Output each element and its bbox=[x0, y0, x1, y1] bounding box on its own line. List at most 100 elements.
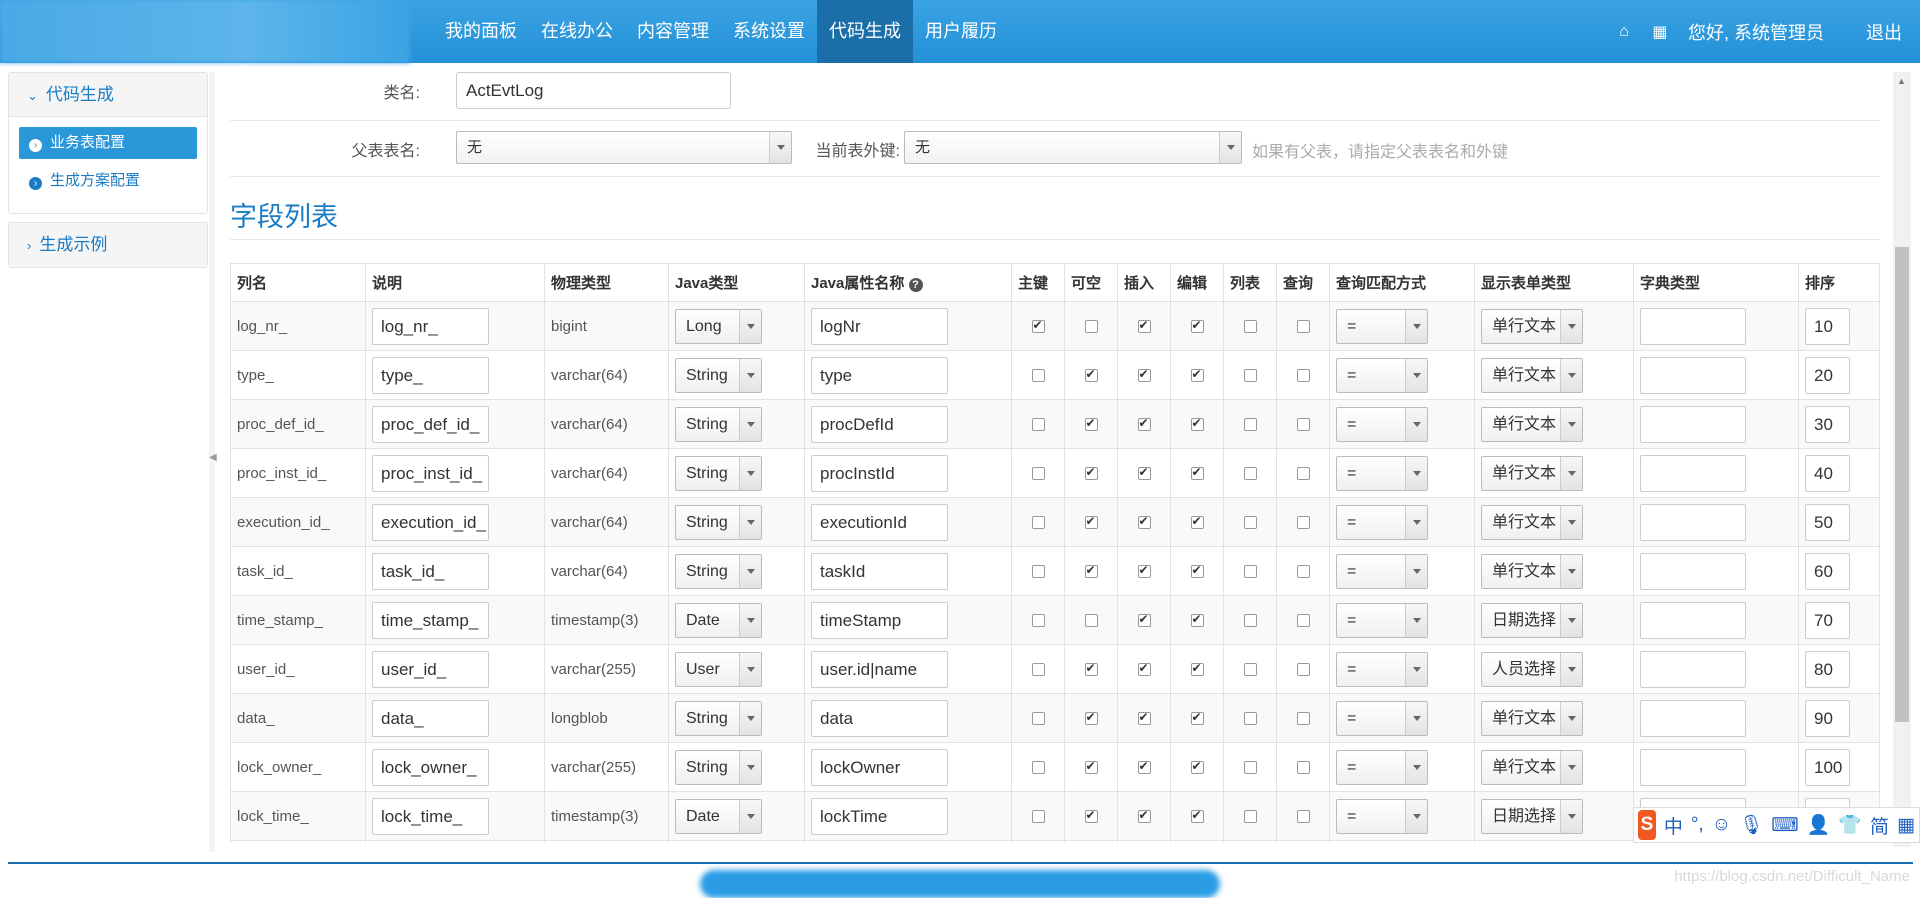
insert-checkbox[interactable] bbox=[1137, 318, 1151, 333]
description-input[interactable]: log_nr_ bbox=[372, 307, 489, 345]
insert-checkbox[interactable] bbox=[1137, 710, 1151, 725]
sort-input[interactable]: 60 bbox=[1805, 552, 1850, 590]
grid-icon[interactable]: ▦ bbox=[1642, 22, 1678, 42]
dict-type-input[interactable] bbox=[1640, 356, 1746, 394]
pk-checkbox[interactable] bbox=[1031, 711, 1045, 725]
java-property-input[interactable]: user.id|name bbox=[811, 650, 948, 688]
nav-item[interactable]: 我的面板 bbox=[433, 0, 529, 63]
insert-checkbox[interactable] bbox=[1137, 759, 1151, 774]
dict-type-input[interactable] bbox=[1640, 748, 1746, 786]
home-icon[interactable]: ⌂ bbox=[1606, 23, 1642, 41]
user-greeting[interactable]: 您好, 系统管理员 bbox=[1678, 19, 1848, 45]
nav-item[interactable]: 系统设置 bbox=[721, 0, 817, 63]
query-match-select[interactable]: = bbox=[1336, 357, 1428, 393]
java-property-input[interactable]: procInstId bbox=[811, 454, 948, 492]
query-checkbox[interactable] bbox=[1296, 809, 1310, 823]
query-checkbox[interactable] bbox=[1296, 613, 1310, 627]
description-input[interactable]: lock_owner_ bbox=[372, 748, 489, 786]
form-type-select[interactable]: 日期选择 bbox=[1481, 798, 1583, 834]
insert-checkbox[interactable] bbox=[1137, 367, 1151, 382]
list-checkbox[interactable] bbox=[1243, 613, 1257, 627]
form-type-select[interactable]: 单行文本 bbox=[1481, 553, 1583, 589]
sort-input[interactable]: 50 bbox=[1805, 503, 1850, 541]
description-input[interactable]: execution_id_ bbox=[372, 503, 489, 541]
logout-link[interactable]: 退出 bbox=[1848, 19, 1920, 45]
form-type-select[interactable]: 单行文本 bbox=[1481, 700, 1583, 736]
query-checkbox[interactable] bbox=[1296, 319, 1310, 333]
edit-checkbox[interactable] bbox=[1190, 514, 1204, 529]
query-match-select[interactable]: = bbox=[1336, 700, 1428, 736]
java-type-select[interactable]: String bbox=[675, 455, 762, 491]
java-property-input[interactable]: executionId bbox=[811, 503, 948, 541]
edit-checkbox[interactable] bbox=[1190, 710, 1204, 725]
nullable-checkbox[interactable] bbox=[1084, 416, 1098, 431]
query-checkbox[interactable] bbox=[1296, 711, 1310, 725]
ime-button-icon[interactable]: 👤 bbox=[1807, 813, 1831, 837]
ime-button-icon[interactable]: ☺ bbox=[1712, 814, 1731, 836]
query-checkbox[interactable] bbox=[1296, 417, 1310, 431]
java-property-input[interactable]: logNr bbox=[811, 307, 948, 345]
description-input[interactable]: user_id_ bbox=[372, 650, 489, 688]
help-icon[interactable]: ? bbox=[908, 278, 923, 292]
edit-checkbox[interactable] bbox=[1190, 563, 1204, 578]
form-type-select[interactable]: 单行文本 bbox=[1481, 406, 1583, 442]
nav-item[interactable]: 内容管理 bbox=[625, 0, 721, 63]
list-checkbox[interactable] bbox=[1243, 564, 1257, 578]
edit-checkbox[interactable] bbox=[1190, 318, 1204, 333]
ime-logo-icon[interactable]: S bbox=[1638, 810, 1656, 840]
java-property-input[interactable]: data bbox=[811, 699, 948, 737]
description-input[interactable]: proc_inst_id_ bbox=[372, 454, 489, 492]
query-match-select[interactable]: = bbox=[1336, 651, 1428, 687]
edit-checkbox[interactable] bbox=[1190, 465, 1204, 480]
dict-type-input[interactable] bbox=[1640, 650, 1746, 688]
query-match-select[interactable]: = bbox=[1336, 308, 1428, 344]
query-match-select[interactable]: = bbox=[1336, 749, 1428, 785]
pk-checkbox[interactable] bbox=[1031, 809, 1045, 823]
nav-item[interactable]: 在线办公 bbox=[529, 0, 625, 63]
query-checkbox[interactable] bbox=[1296, 368, 1310, 382]
java-property-input[interactable]: type bbox=[811, 356, 948, 394]
edit-checkbox[interactable] bbox=[1190, 808, 1204, 823]
list-checkbox[interactable] bbox=[1243, 466, 1257, 480]
dict-type-input[interactable] bbox=[1640, 699, 1746, 737]
pk-checkbox[interactable] bbox=[1031, 318, 1045, 333]
list-checkbox[interactable] bbox=[1243, 760, 1257, 774]
form-type-select[interactable]: 日期选择 bbox=[1481, 602, 1583, 638]
list-checkbox[interactable] bbox=[1243, 368, 1257, 382]
form-type-select[interactable]: 单行文本 bbox=[1481, 357, 1583, 393]
sort-input[interactable]: 70 bbox=[1805, 601, 1850, 639]
nullable-checkbox[interactable] bbox=[1084, 808, 1098, 823]
nav-item[interactable]: 用户履历 bbox=[913, 0, 1009, 63]
nullable-checkbox[interactable] bbox=[1084, 319, 1098, 333]
list-checkbox[interactable] bbox=[1243, 417, 1257, 431]
form-type-select[interactable]: 单行文本 bbox=[1481, 504, 1583, 540]
scrollbar-thumb[interactable] bbox=[1895, 247, 1909, 722]
query-match-select[interactable]: = bbox=[1336, 798, 1428, 834]
pk-checkbox[interactable] bbox=[1031, 515, 1045, 529]
insert-checkbox[interactable] bbox=[1137, 661, 1151, 676]
form-type-select[interactable]: 单行文本 bbox=[1481, 308, 1583, 344]
java-type-select[interactable]: String bbox=[675, 406, 762, 442]
java-type-select[interactable]: String bbox=[675, 357, 762, 393]
nav-item[interactable]: 代码生成 bbox=[817, 0, 913, 63]
list-checkbox[interactable] bbox=[1243, 711, 1257, 725]
edit-checkbox[interactable] bbox=[1190, 367, 1204, 382]
dict-type-input[interactable] bbox=[1640, 454, 1746, 492]
insert-checkbox[interactable] bbox=[1137, 514, 1151, 529]
query-match-select[interactable]: = bbox=[1336, 602, 1428, 638]
nullable-checkbox[interactable] bbox=[1084, 613, 1098, 627]
java-property-input[interactable]: procDefId bbox=[811, 405, 948, 443]
sidebar-group2-header[interactable]: › 生成示例 bbox=[9, 223, 207, 267]
dict-type-input[interactable] bbox=[1640, 307, 1746, 345]
nullable-checkbox[interactable] bbox=[1084, 759, 1098, 774]
vertical-scrollbar[interactable]: ▲ ▼ bbox=[1893, 72, 1911, 847]
class-name-input[interactable]: ActEvtLog bbox=[456, 72, 731, 109]
sidebar-collapse-handle[interactable]: ◀ bbox=[209, 72, 217, 852]
scroll-up-icon[interactable]: ▲ bbox=[1897, 76, 1906, 86]
ime-button-icon[interactable]: 中 bbox=[1664, 812, 1683, 839]
query-checkbox[interactable] bbox=[1296, 466, 1310, 480]
nullable-checkbox[interactable] bbox=[1084, 563, 1098, 578]
pk-checkbox[interactable] bbox=[1031, 466, 1045, 480]
sort-input[interactable]: 40 bbox=[1805, 454, 1850, 492]
insert-checkbox[interactable] bbox=[1137, 808, 1151, 823]
